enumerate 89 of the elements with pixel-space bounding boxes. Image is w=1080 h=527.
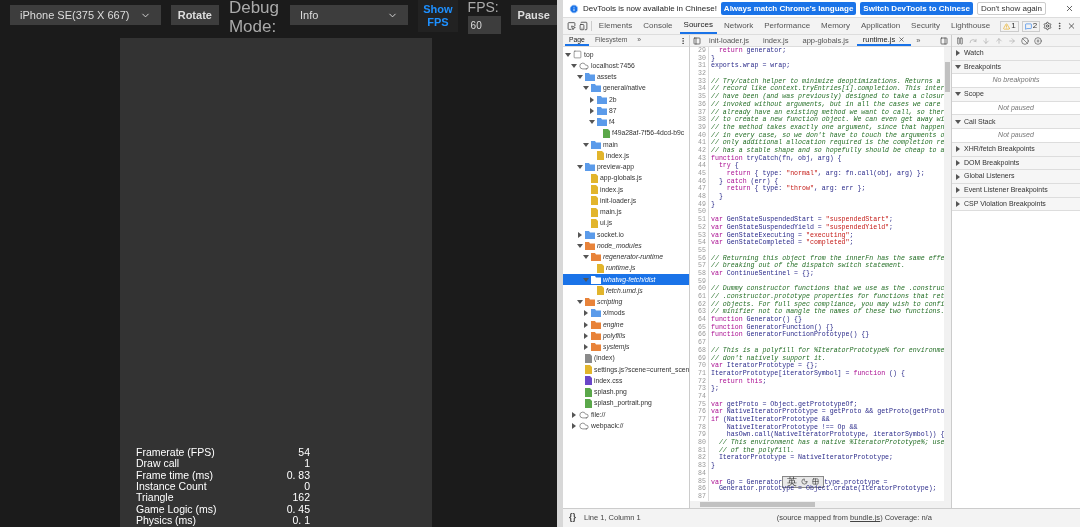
panel-tab[interactable]: Performance <box>760 18 815 34</box>
infobar-button[interactable]: Don't show again <box>976 2 1047 15</box>
caret-right-icon[interactable] <box>583 344 589 351</box>
horizontal-scrollbar[interactable] <box>690 501 951 508</box>
infobar-message: DevTools is now available in Chinese! <box>583 2 717 15</box>
pretty-print-button[interactable]: {} <box>569 511 576 525</box>
message-icon <box>1024 22 1032 30</box>
debug-mode-select[interactable]: Info <box>290 5 409 25</box>
warning-badge[interactable]: 1 <box>1000 20 1019 32</box>
caret-down-icon[interactable] <box>577 242 583 249</box>
caret-right-icon[interactable] <box>583 321 589 328</box>
caret-right-icon[interactable] <box>589 96 595 103</box>
device-toolbar-icon[interactable] <box>579 21 588 31</box>
stat-label: Draw call <box>136 458 180 470</box>
panel-tab[interactable]: Elements <box>594 18 637 34</box>
caret-right-icon[interactable] <box>955 146 961 153</box>
ime-mode: 英 <box>787 476 798 487</box>
rotate-button[interactable]: Rotate <box>170 5 219 25</box>
caret-right-icon[interactable] <box>583 332 589 339</box>
pause-icon[interactable] <box>956 36 964 45</box>
toggle-debugger-icon[interactable] <box>940 36 948 45</box>
panel-tab[interactable]: Console <box>639 18 677 34</box>
frame-icon <box>573 50 582 60</box>
panel-tab[interactable]: Application <box>856 18 905 34</box>
stat-value: 162 <box>292 492 310 504</box>
warning-icon <box>1003 22 1011 30</box>
caret-right-icon[interactable] <box>577 231 583 238</box>
stat-value: 0. 1 <box>292 514 310 526</box>
infobar-button[interactable]: Switch DevTools to Chinese <box>860 2 973 15</box>
info-icon <box>569 3 579 14</box>
caret-down-icon[interactable] <box>577 164 583 171</box>
caret-down-icon[interactable] <box>583 85 589 92</box>
caret-right-icon[interactable] <box>955 200 961 207</box>
cloud-icon <box>579 420 589 431</box>
message-badge[interactable]: 2 <box>1021 20 1041 32</box>
caret-down-icon[interactable] <box>955 118 961 125</box>
stat-value: 0. 45 <box>286 503 310 515</box>
caret-down-icon[interactable] <box>571 62 577 69</box>
panel-tab[interactable]: Security <box>907 18 944 34</box>
show-fps-button[interactable]: Show FPS <box>418 0 458 32</box>
fps-input[interactable]: 60 <box>467 16 501 34</box>
caret-right-icon[interactable] <box>955 173 961 180</box>
caret-down-icon[interactable] <box>955 91 961 98</box>
caret-down-icon[interactable] <box>583 141 589 148</box>
debug-mode-label: Debug Mode: <box>228 0 280 36</box>
panel-tab[interactable]: Lighthouse <box>947 18 995 34</box>
inspect-icon[interactable] <box>567 21 576 31</box>
deactivate-breakpoints-icon[interactable] <box>1021 36 1029 45</box>
caret-right-icon[interactable] <box>571 411 577 418</box>
stat-label: Triangle <box>136 492 174 504</box>
pause-on-exceptions-icon[interactable] <box>1034 36 1042 45</box>
caret-down-icon[interactable] <box>565 51 571 58</box>
caret-down-icon[interactable] <box>577 74 583 81</box>
panel-tab[interactable]: Network <box>719 18 758 34</box>
caret-down-icon[interactable] <box>577 299 583 306</box>
caret-right-icon[interactable] <box>955 159 961 166</box>
caret-down-icon[interactable] <box>955 64 961 71</box>
cloud-icon <box>579 60 589 71</box>
caret-right-icon[interactable] <box>955 50 961 57</box>
close-icon[interactable] <box>1065 4 1074 13</box>
more-icon[interactable] <box>679 36 687 45</box>
fps-label: FPS: <box>467 0 500 14</box>
caret-right-icon[interactable] <box>589 107 595 114</box>
settings-icon[interactable] <box>1043 21 1053 31</box>
stat-value: 0 <box>304 480 310 492</box>
caret-down-icon[interactable] <box>589 119 595 126</box>
moon-icon <box>801 478 809 485</box>
stat-value: 54 <box>298 447 310 459</box>
stat-label: Frame time (ms) <box>136 469 213 481</box>
infobar-button[interactable]: Always match Chrome's language <box>720 2 857 15</box>
stat-value: 0. 83 <box>286 469 310 481</box>
vertical-scrollbar[interactable] <box>944 47 951 501</box>
stat-label: Instance Count <box>136 480 207 492</box>
grid-icon <box>812 478 820 485</box>
panel-tab[interactable]: Memory <box>817 18 854 34</box>
cloud-icon <box>579 409 589 420</box>
toggle-navigator-icon[interactable] <box>693 36 701 45</box>
device-select[interactable]: iPhone SE(375 X 667) <box>10 5 161 25</box>
stat-label: Framerate (FPS) <box>136 447 215 459</box>
pause-button[interactable]: Pause <box>510 5 557 25</box>
stat-label: Game Logic (ms) <box>136 503 217 515</box>
stat-label: Physics (ms) <box>136 514 197 526</box>
folder-icon <box>591 275 601 284</box>
caret-right-icon[interactable] <box>571 422 577 429</box>
caret-right-icon[interactable] <box>583 310 589 317</box>
close-tab-icon[interactable] <box>898 36 906 43</box>
stat-value: 1 <box>304 458 310 470</box>
caret-down-icon[interactable] <box>583 254 589 261</box>
caret-right-icon[interactable] <box>955 187 961 194</box>
